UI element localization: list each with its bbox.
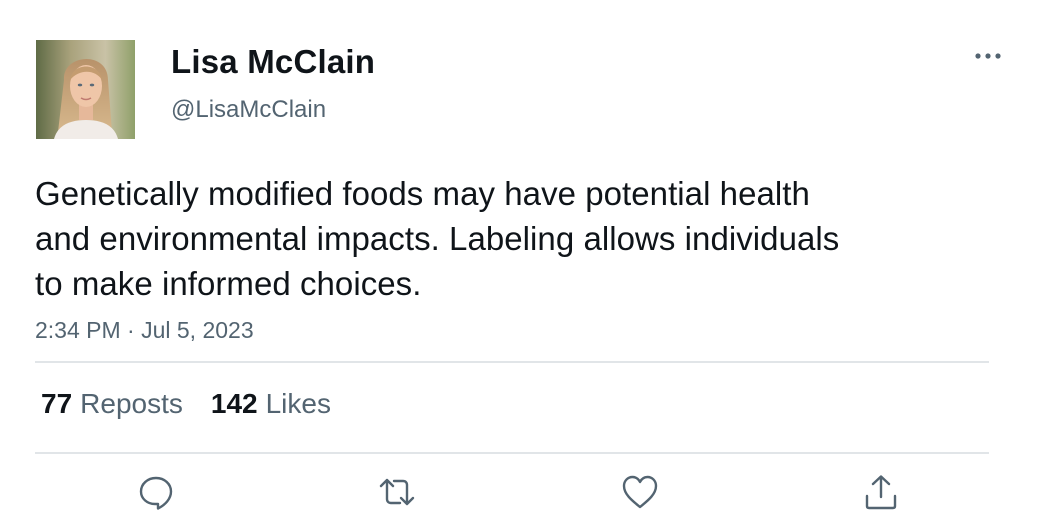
more-options-button[interactable] [968, 40, 1008, 72]
repost-button[interactable] [377, 472, 417, 512]
divider [35, 361, 989, 363]
likes-stat[interactable]: 142 Likes [211, 387, 331, 421]
tweet-text: Genetically modified foods may have pote… [35, 171, 935, 306]
tweet-card: Lisa McClain @LisaMcClain Genetically mo… [0, 0, 1050, 525]
share-upload-icon [865, 475, 897, 510]
more-horizontal-icon [975, 53, 1001, 59]
tweet-timestamp[interactable]: 2:34 PM · Jul 5, 2023 [35, 315, 254, 345]
tweet-text-line: to make informed choices. [35, 265, 422, 302]
likes-count: 142 [210, 388, 258, 419]
reposts-count: 77 [41, 388, 73, 419]
reposts-label: Reposts [80, 388, 183, 419]
avatar[interactable] [36, 40, 135, 139]
reply-bubble-icon [139, 476, 173, 510]
tweet-text-line: Genetically modified foods may have pote… [35, 175, 810, 212]
display-name[interactable]: Lisa McClain [171, 42, 375, 82]
reposts-stat[interactable]: 77 Reposts [41, 387, 183, 421]
heart-icon [622, 475, 658, 509]
likes-label: Likes [265, 388, 331, 419]
reply-button[interactable] [136, 472, 176, 512]
engagement-stats: 77 Reposts 142 Likes [41, 387, 331, 421]
like-button[interactable] [620, 472, 660, 512]
divider [35, 452, 989, 454]
repost-arrows-icon [379, 478, 415, 506]
user-handle[interactable]: @LisaMcClain [171, 95, 326, 125]
avatar-image [36, 40, 135, 139]
share-button[interactable] [861, 472, 901, 512]
tweet-text-line: and environmental impacts. Labeling allo… [35, 220, 840, 257]
